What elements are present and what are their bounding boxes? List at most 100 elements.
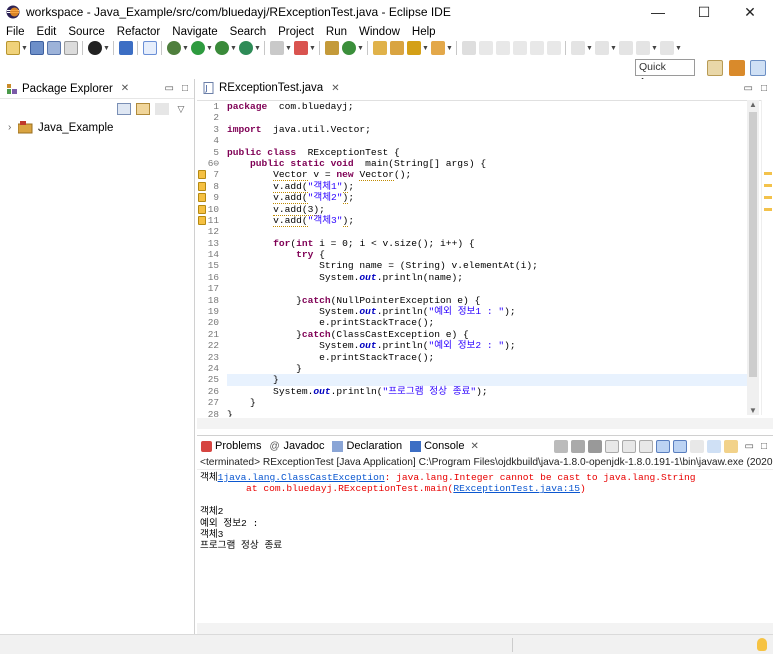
- tab-package-explorer[interactable]: Package Explorer ✕: [0, 79, 135, 99]
- chevron-down-icon[interactable]: ▼: [230, 45, 237, 52]
- minimize-icon[interactable]: ▭: [165, 83, 174, 94]
- code-line[interactable]: 12: [208, 226, 747, 237]
- skip-breakpoints-icon[interactable]: [142, 41, 157, 55]
- code-line[interactable]: 23 e.printStackTrace();: [208, 352, 747, 363]
- scroll-lock-icon[interactable]: [621, 440, 636, 453]
- chevron-down-icon[interactable]: ▼: [254, 45, 261, 52]
- menu-navigate[interactable]: Navigate: [166, 26, 223, 38]
- word-wrap-icon[interactable]: [638, 440, 653, 453]
- warning-icon[interactable]: [198, 181, 206, 191]
- maximize-icon[interactable]: □: [182, 83, 188, 94]
- show-on-output-icon[interactable]: [655, 440, 670, 453]
- console-link[interactable]: RExceptionTest.java:15: [453, 483, 580, 494]
- save-icon[interactable]: [29, 41, 44, 55]
- view-menu-icon[interactable]: [155, 103, 169, 115]
- maximize-button[interactable]: ☐: [681, 0, 727, 24]
- chevron-down-icon[interactable]: ▼: [446, 45, 453, 52]
- chevron-down-icon[interactable]: ▼: [357, 45, 364, 52]
- debug-icon[interactable]: [166, 41, 181, 55]
- close-icon[interactable]: ✕: [121, 83, 129, 94]
- code-line[interactable]: 24 }: [208, 363, 747, 374]
- console-icon[interactable]: [118, 41, 133, 55]
- console-link[interactable]: 1java.lang.ClassCastException: [218, 472, 385, 483]
- warning-marker[interactable]: [764, 184, 772, 187]
- menu-refactor[interactable]: Refactor: [111, 26, 166, 38]
- tab-declaration[interactable]: Declaration: [328, 436, 406, 456]
- code-line[interactable]: 22 System.out.println("예외 정보2 : ");: [208, 340, 747, 351]
- vertical-scrollbar[interactable]: ▲ ▼: [747, 100, 759, 415]
- warning-marker[interactable]: [764, 172, 772, 175]
- chevron-down-icon[interactable]: ▼: [285, 45, 292, 52]
- search-icon[interactable]: [406, 41, 421, 55]
- menu-file[interactable]: File: [0, 26, 31, 38]
- scroll-down-icon[interactable]: ▼: [749, 406, 757, 415]
- menu-search[interactable]: Search: [224, 26, 272, 38]
- word-wrap-icon[interactable]: [529, 41, 544, 55]
- code-line[interactable]: 8 v.add("객체1");: [198, 180, 747, 193]
- open-perspective-icon[interactable]: [430, 41, 445, 55]
- annotation-icon[interactable]: [461, 41, 476, 55]
- code-line[interactable]: 28}: [208, 409, 747, 417]
- chevron-down-icon[interactable]: ▼: [309, 45, 316, 52]
- show-on-error-icon[interactable]: [672, 440, 687, 453]
- chevron-down-icon[interactable]: ▼: [103, 45, 110, 52]
- maximize-icon[interactable]: □: [761, 83, 767, 94]
- code-line[interactable]: 21 }catch(ClassCastException e) {: [208, 329, 747, 340]
- chevron-down-icon[interactable]: ▽: [174, 103, 188, 115]
- stop-icon[interactable]: [269, 41, 284, 55]
- display-console-icon[interactable]: [706, 440, 721, 453]
- code-line[interactable]: 2: [213, 112, 747, 123]
- code-line[interactable]: 11 v.add("객체3");: [198, 214, 747, 227]
- open-type-icon[interactable]: [372, 41, 387, 55]
- maximize-icon[interactable]: □: [761, 441, 767, 452]
- pen-icon[interactable]: [478, 41, 493, 55]
- last-edit-icon[interactable]: [618, 41, 633, 55]
- menu-help[interactable]: Help: [406, 26, 442, 38]
- next-annotation-icon[interactable]: [570, 41, 585, 55]
- code-line[interactable]: 7 Vector v = new Vector();: [198, 169, 747, 182]
- save-all-icon[interactable]: [46, 41, 61, 55]
- java-ee-perspective-icon[interactable]: [729, 60, 745, 76]
- code-line[interactable]: 19 System.out.println("예외 정보1 : ");: [208, 306, 747, 317]
- code-line[interactable]: 5 public class RExceptionTest {: [213, 147, 747, 158]
- new-java-project-icon[interactable]: [324, 41, 339, 55]
- code-line[interactable]: 16 System.out.println(name);: [208, 272, 747, 283]
- code-line[interactable]: 17: [208, 283, 747, 294]
- code-line[interactable]: 13 for(int i = 0; i < v.size(); i++) {: [208, 238, 747, 249]
- open-console-icon[interactable]: [723, 440, 738, 453]
- open-perspective-icon[interactable]: [707, 60, 723, 76]
- tree-item-java-example[interactable]: › Java_Example: [8, 121, 113, 134]
- minimize-button[interactable]: —: [635, 0, 681, 24]
- toggle-block-icon[interactable]: [512, 41, 527, 55]
- warning-marker[interactable]: [764, 208, 772, 211]
- pin-console-icon[interactable]: [689, 440, 704, 453]
- chevron-down-icon[interactable]: ▼: [651, 45, 658, 52]
- chevron-down-icon[interactable]: ▼: [610, 45, 617, 52]
- code-line[interactable]: 25 }: [208, 374, 747, 386]
- chevron-down-icon[interactable]: ▼: [182, 45, 189, 52]
- warning-icon[interactable]: [198, 204, 206, 214]
- close-button[interactable]: ✕: [727, 0, 773, 24]
- server-icon[interactable]: [293, 41, 308, 55]
- warning-icon[interactable]: [198, 170, 206, 180]
- warning-icon[interactable]: [198, 193, 206, 203]
- tab-console[interactable]: Console ✕: [406, 436, 483, 456]
- clear-console-icon[interactable]: [604, 440, 619, 453]
- code-line[interactable]: 20 e.printStackTrace();: [208, 317, 747, 328]
- code-line[interactable]: 14 try {: [208, 249, 747, 260]
- forward-icon[interactable]: [659, 41, 674, 55]
- print-icon[interactable]: [63, 41, 78, 55]
- code-line[interactable]: 3 import java.util.Vector;: [213, 124, 747, 135]
- horizontal-scrollbar[interactable]: [197, 418, 773, 429]
- code-line[interactable]: 10 v.add(3);: [198, 203, 747, 216]
- chevron-down-icon[interactable]: ▼: [206, 45, 213, 52]
- code-line[interactable]: 26 System.out.println("프로그램 정상 종료");: [208, 386, 747, 397]
- mark-occurrences-icon[interactable]: [495, 41, 510, 55]
- scrollbar-thumb[interactable]: [749, 112, 757, 377]
- close-icon[interactable]: ✕: [470, 441, 478, 452]
- debug-profile-icon[interactable]: [87, 41, 102, 55]
- chevron-down-icon[interactable]: ▼: [586, 45, 593, 52]
- remove-all-icon[interactable]: [587, 440, 602, 453]
- code-line[interactable]: 1 package com.bluedayj;: [213, 101, 747, 112]
- tab-javadoc[interactable]: @ Javadoc: [265, 436, 328, 456]
